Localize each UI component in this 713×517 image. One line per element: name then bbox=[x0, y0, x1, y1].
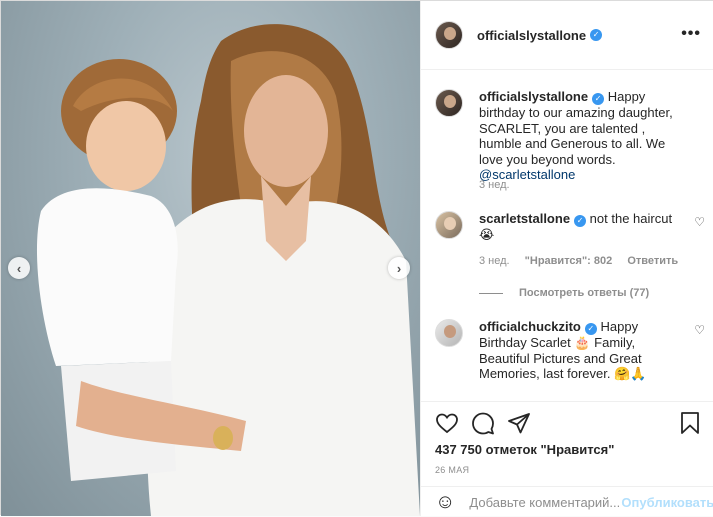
chevron-left-icon: ‹ bbox=[16, 260, 22, 276]
comment-username[interactable]: officialchuckzito bbox=[479, 319, 581, 334]
author-username[interactable]: officialslystallone bbox=[477, 28, 586, 43]
comment-meta: 3 нед. bbox=[479, 179, 522, 191]
verified-badge-icon: ✓ bbox=[590, 29, 603, 41]
comment-time[interactable]: 3 нед. bbox=[479, 179, 510, 191]
verified-badge-icon: ✓ bbox=[592, 93, 605, 105]
post-side-panel: officialslystallone ✓ ••• officialslysta… bbox=[420, 1, 713, 516]
comment-meta: 3 нед. "Нравится": 802 Ответить bbox=[479, 255, 690, 267]
more-options-button[interactable]: ••• bbox=[681, 25, 701, 43]
post-photo[interactable]: ‹ › bbox=[1, 1, 420, 516]
comment-icon[interactable] bbox=[471, 411, 495, 435]
view-replies-label: Посмотреть ответы (77) bbox=[519, 287, 650, 299]
view-replies-button[interactable]: Посмотреть ответы (77) bbox=[479, 287, 649, 299]
next-photo-button[interactable]: › bbox=[388, 257, 410, 279]
verified-badge-icon: ✓ bbox=[574, 215, 587, 227]
heart-icon[interactable] bbox=[435, 411, 459, 435]
comments-list[interactable]: officialslystallone ✓ Happy birthday to o… bbox=[421, 71, 713, 401]
author-avatar[interactable] bbox=[435, 21, 463, 49]
action-icons-row bbox=[435, 411, 701, 437]
caption-avatar[interactable] bbox=[435, 89, 463, 117]
add-comment-bar: ☺ Опубликовать bbox=[421, 486, 713, 517]
likes-count[interactable]: 437 750 отметок "Нравится" bbox=[435, 442, 614, 457]
post-actions: 437 750 отметок "Нравится" 26 МАЯ ☺ Опуб… bbox=[421, 401, 713, 516]
caption-text: officialslystallone ✓ Happy birthday to o… bbox=[479, 89, 689, 183]
bookmark-icon[interactable] bbox=[679, 411, 701, 435]
publish-button[interactable]: Опубликовать bbox=[621, 495, 713, 510]
comment-likes[interactable]: "Нравится": 802 bbox=[525, 255, 613, 267]
previous-photo-button[interactable]: ‹ bbox=[8, 257, 30, 279]
emoji-icon[interactable]: ☺ bbox=[435, 491, 455, 514]
comment-time[interactable]: 3 нед. bbox=[479, 255, 510, 267]
like-comment-heart-icon[interactable]: ♡ bbox=[694, 215, 705, 229]
verified-badge-icon: ✓ bbox=[584, 323, 597, 335]
post-date: 26 МАЯ bbox=[435, 465, 470, 475]
comment-input[interactable] bbox=[469, 494, 620, 510]
commenter-avatar[interactable] bbox=[435, 319, 463, 347]
share-icon[interactable] bbox=[507, 411, 531, 435]
reply-button[interactable]: Ответить bbox=[627, 255, 678, 267]
photo-illustration bbox=[36, 24, 420, 516]
chevron-right-icon: › bbox=[396, 260, 402, 276]
comment-username[interactable]: scarletstallone bbox=[479, 211, 570, 226]
commenter-avatar[interactable] bbox=[435, 211, 463, 239]
like-comment-heart-icon[interactable]: ♡ bbox=[694, 323, 705, 337]
comment-text: officialchuckzito ✓ Happy Birthday Scarle… bbox=[479, 319, 689, 382]
post-header: officialslystallone ✓ ••• bbox=[421, 1, 713, 70]
comment-text: scarletstallone ✓ not the haircut 😭 bbox=[479, 211, 689, 243]
instagram-post-modal: ‹ › officialslystallone ✓ ••• officialsl… bbox=[0, 0, 713, 516]
comment-username[interactable]: officialslystallone bbox=[479, 89, 588, 104]
replies-divider bbox=[479, 292, 503, 294]
